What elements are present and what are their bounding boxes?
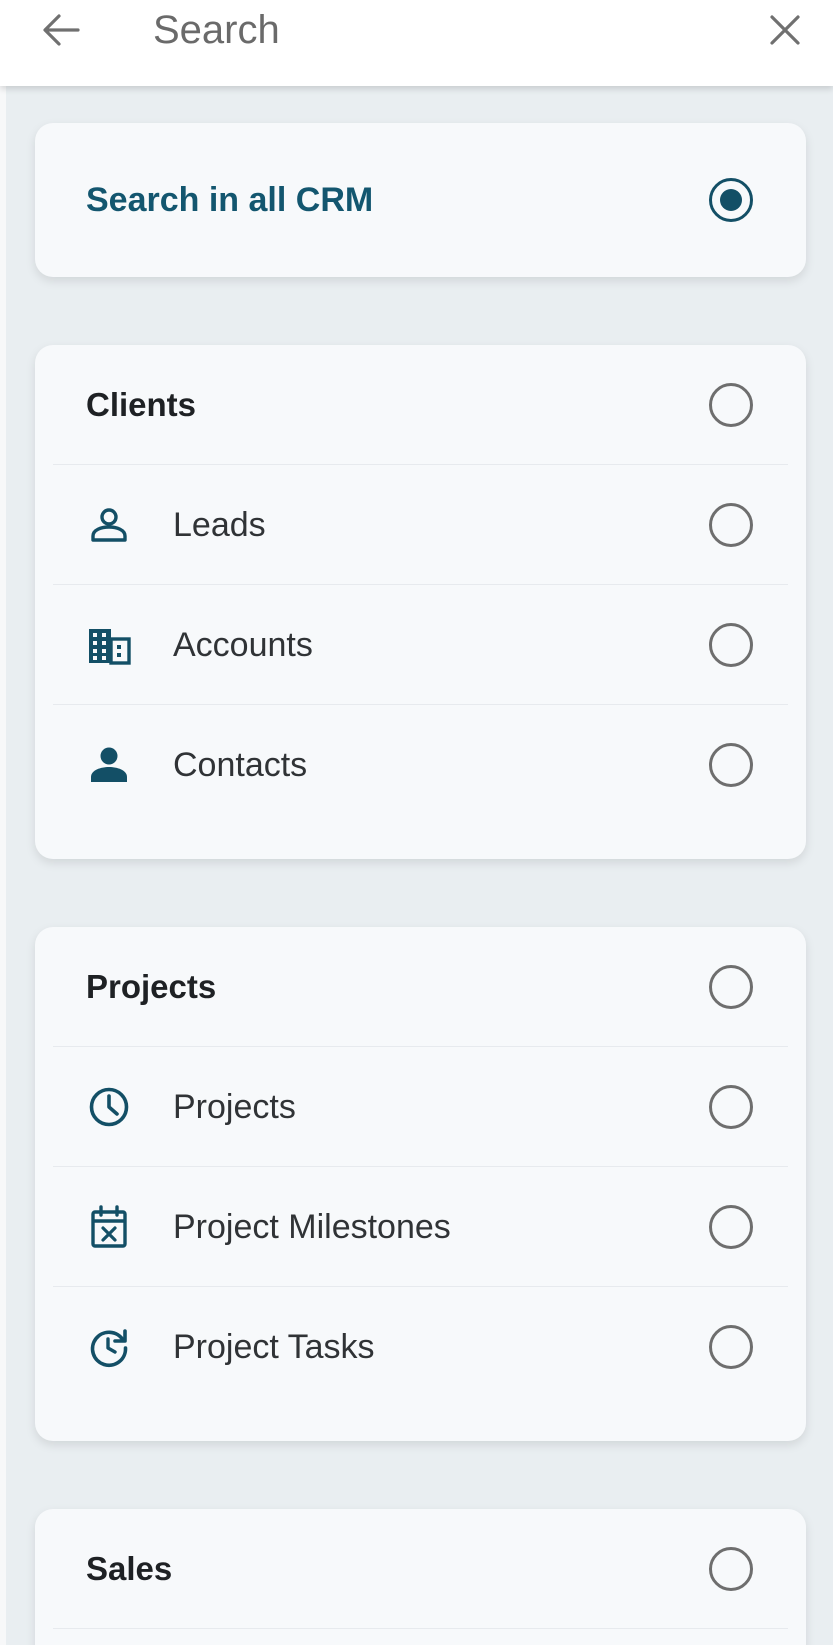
list-item-label: Projects <box>173 1087 296 1126</box>
clock-refresh-icon <box>87 1325 131 1369</box>
sales-group-header[interactable]: Sales <box>35 1509 806 1629</box>
search-all-radio[interactable] <box>709 178 753 222</box>
back-button[interactable] <box>36 10 86 50</box>
list-item-leads[interactable]: Leads <box>35 465 806 585</box>
project-tasks-radio[interactable] <box>709 1325 753 1369</box>
project-milestones-radio[interactable] <box>709 1205 753 1249</box>
projects-group-radio[interactable] <box>709 965 753 1009</box>
list-item-project-tasks[interactable]: Project Tasks <box>35 1287 806 1407</box>
search-all-card: Search in all CRM <box>35 123 806 277</box>
calendar-x-icon <box>87 1205 131 1249</box>
list-item-contacts[interactable]: Contacts <box>35 705 806 825</box>
list-item-label: Project Tasks <box>173 1327 375 1366</box>
search-input[interactable] <box>153 2 713 58</box>
clients-group-card: Clients Leads Accounts Contacts <box>35 345 806 859</box>
list-item-accounts[interactable]: Accounts <box>35 585 806 705</box>
projects-group-header[interactable]: Projects <box>35 927 806 1047</box>
person-icon <box>87 743 131 787</box>
divider <box>53 1628 788 1629</box>
list-item-project-milestones[interactable]: Project Milestones <box>35 1167 806 1287</box>
list-item-label: Contacts <box>173 745 308 784</box>
search-header <box>0 0 833 86</box>
projects-radio[interactable] <box>709 1085 753 1129</box>
accounts-radio[interactable] <box>709 623 753 667</box>
sales-group-card: Sales <box>35 1509 806 1645</box>
list-item-label: Project Milestones <box>173 1207 451 1246</box>
group-label-sales: Sales <box>86 1550 173 1587</box>
projects-group-card: Projects Projects Project Milestones Pro… <box>35 927 806 1441</box>
group-label-projects: Projects <box>86 968 217 1005</box>
clock-icon <box>87 1085 131 1129</box>
clients-group-header[interactable]: Clients <box>35 345 806 465</box>
list-item-projects[interactable]: Projects <box>35 1047 806 1167</box>
group-label-clients: Clients <box>86 386 197 423</box>
arrow-left-icon <box>43 14 80 46</box>
sales-group-radio[interactable] <box>709 1547 753 1591</box>
search-all-row[interactable]: Search in all CRM <box>35 140 806 260</box>
contacts-radio[interactable] <box>709 743 753 787</box>
building-icon <box>87 623 131 667</box>
list-item-label: Accounts <box>173 625 313 664</box>
edge-strip <box>0 86 6 1645</box>
close-button[interactable] <box>762 8 808 52</box>
person-outline-icon <box>87 503 131 547</box>
search-all-label: Search in all CRM <box>86 180 374 219</box>
leads-radio[interactable] <box>709 503 753 547</box>
list-item-label: Leads <box>173 505 266 544</box>
clients-group-radio[interactable] <box>709 383 753 427</box>
close-icon <box>770 15 800 45</box>
